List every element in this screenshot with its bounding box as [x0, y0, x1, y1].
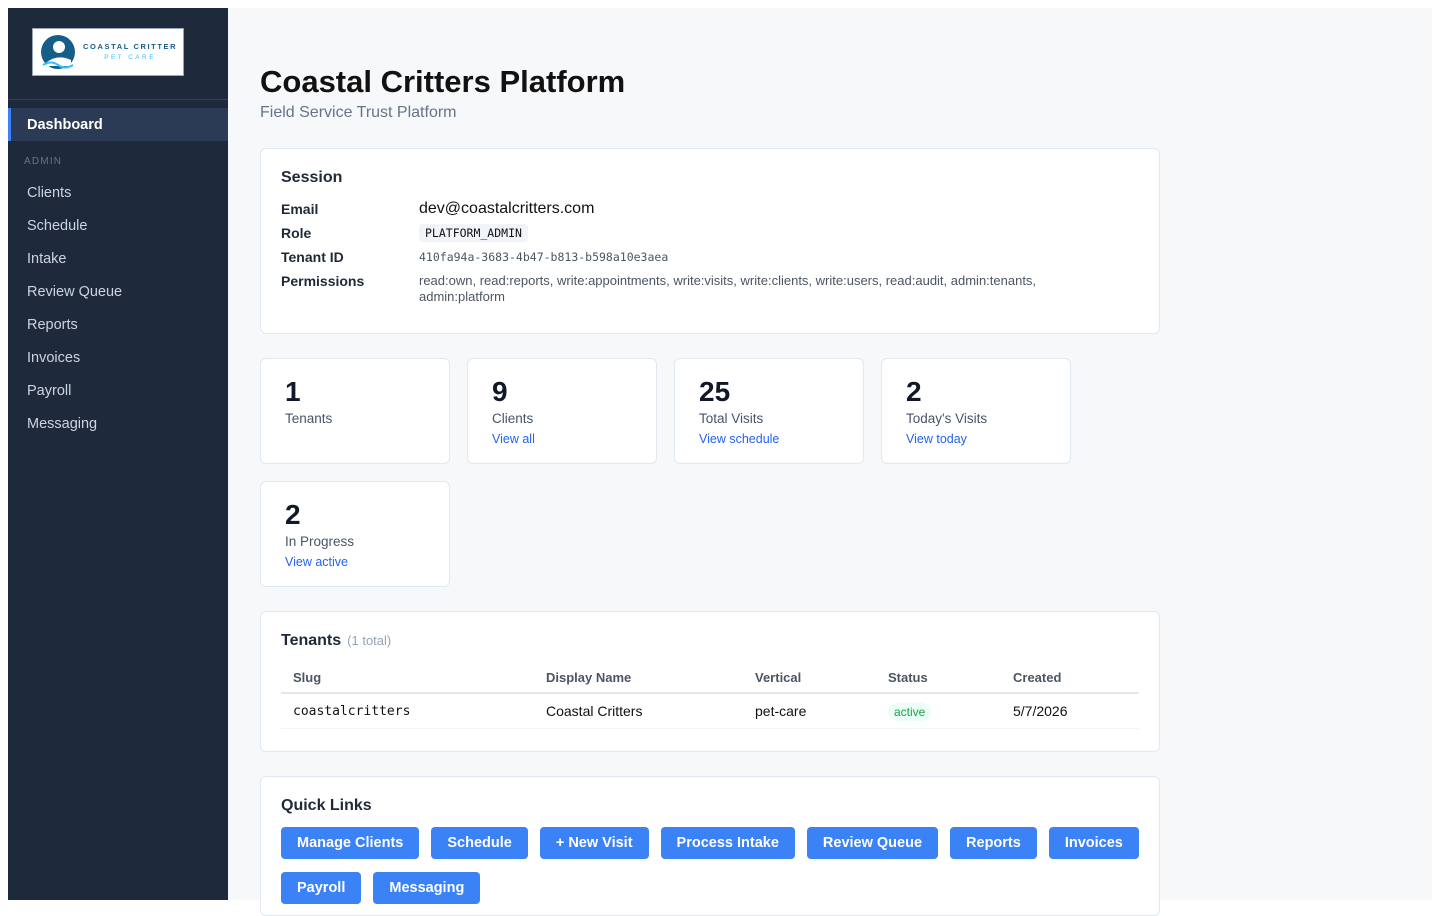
sidebar-item-reports[interactable]: Reports: [8, 308, 228, 341]
cell-display-name: Coastal Critters: [534, 693, 743, 729]
cell-created: 5/7/2026: [1001, 693, 1139, 729]
main-content: Coastal Critters Platform Field Service …: [228, 8, 1432, 916]
permissions-value: read:own, read:reports, write:appointmen…: [419, 273, 1037, 304]
column-header-status[interactable]: Status: [876, 664, 1001, 694]
page-title: Coastal Critters Platform: [260, 64, 626, 99]
email-label: Email: [281, 201, 319, 217]
stat-value: 1: [285, 376, 301, 407]
stat-value: 25: [699, 376, 731, 407]
status-badge: active: [888, 703, 932, 721]
tenants-card: Tenants (1 total) Slug Display Name Verti…: [260, 611, 1160, 752]
logo-area: COASTAL CRITTER PET CARE: [8, 8, 228, 100]
review-queue-button[interactable]: Review Queue: [806, 827, 939, 859]
stat-label: In Progress: [285, 534, 355, 549]
sidebar-item-intake[interactable]: Intake: [8, 242, 228, 275]
quick-links-card: Quick Links Manage Clients Schedule + Ne…: [260, 776, 1160, 916]
stat-card-clients: 9 Clients View all: [467, 358, 657, 464]
tenants-title: Tenants (1 total): [281, 632, 1139, 650]
sidebar-section-admin: ADMIN: [24, 156, 63, 167]
quick-links-title: Quick Links: [281, 797, 372, 814]
column-header-slug[interactable]: Slug: [281, 664, 534, 694]
sidebar-item-clients[interactable]: Clients: [8, 176, 228, 209]
schedule-button[interactable]: Schedule: [431, 827, 528, 859]
messaging-button[interactable]: Messaging: [373, 872, 481, 904]
column-header-created[interactable]: Created: [1001, 664, 1139, 694]
tenants-count: (1 total): [347, 633, 392, 648]
sidebar: COASTAL CRITTER PET CARE Dashboard ADMIN…: [8, 8, 228, 900]
logo-line2: PET CARE: [104, 53, 156, 61]
view-schedule-link[interactable]: View schedule: [699, 432, 839, 446]
tenant-id-value: 410fa94a-3683-4b47-b813-b598a10e3aea: [419, 250, 669, 264]
sidebar-item-payroll[interactable]: Payroll: [8, 374, 228, 407]
pet-logo-icon: [41, 35, 75, 69]
sidebar-item-dashboard[interactable]: Dashboard: [8, 108, 228, 141]
tenants-heading: Tenants: [281, 632, 342, 649]
column-header-display-name[interactable]: Display Name: [534, 664, 743, 694]
role-badge: PLATFORM_ADMIN: [419, 224, 528, 242]
quick-links-buttons: Manage Clients Schedule + New Visit Proc…: [281, 827, 1141, 904]
email-value: dev@coastalcritters.com: [419, 200, 595, 217]
page-subtitle: Field Service Trust Platform: [260, 104, 457, 121]
session-card: Session Email dev@coastalcritters.com Ro…: [260, 148, 1160, 334]
cell-vertical: pet-care: [743, 693, 876, 729]
stat-value: 2: [285, 499, 301, 530]
role-label: Role: [281, 225, 312, 241]
stat-card-tenants: 1 Tenants: [260, 358, 450, 464]
stat-card-total-visits: 25 Total Visits View schedule: [674, 358, 864, 464]
stats-grid: 1 Tenants 9 Clients View all 25 Total Vi…: [260, 358, 1100, 587]
logo-line1: COASTAL CRITTER: [83, 42, 178, 51]
tenants-table: Slug Display Name Vertical Status Create…: [281, 664, 1139, 729]
brand-logo[interactable]: COASTAL CRITTER PET CARE: [32, 28, 184, 76]
view-today-link[interactable]: View today: [906, 432, 1046, 446]
sidebar-item-review-queue[interactable]: Review Queue: [8, 275, 228, 308]
stat-value: 2: [906, 376, 922, 407]
stat-label: Tenants: [285, 411, 333, 426]
payroll-button[interactable]: Payroll: [281, 872, 362, 904]
stat-card-in-progress: 2 In Progress View active: [260, 481, 450, 587]
stat-value: 9: [492, 376, 508, 407]
column-header-vertical[interactable]: Vertical: [743, 664, 876, 694]
permissions-label: Permissions: [281, 273, 365, 289]
sidebar-item-messaging[interactable]: Messaging: [8, 407, 228, 440]
manage-clients-button[interactable]: Manage Clients: [281, 827, 420, 859]
sidebar-item-schedule[interactable]: Schedule: [8, 209, 228, 242]
view-active-link[interactable]: View active: [285, 555, 425, 569]
new-visit-button[interactable]: + New Visit: [539, 827, 649, 859]
cell-slug: coastalcritters: [281, 693, 534, 729]
reports-button[interactable]: Reports: [950, 827, 1037, 859]
process-intake-button[interactable]: Process Intake: [660, 827, 795, 859]
sidebar-item-invoices[interactable]: Invoices: [8, 341, 228, 374]
view-all-link[interactable]: View all: [492, 432, 632, 446]
tenant-id-label: Tenant ID: [281, 249, 344, 265]
invoices-button[interactable]: Invoices: [1048, 827, 1139, 859]
stat-label: Today's Visits: [906, 411, 988, 426]
table-row[interactable]: coastalcritters Coastal Critters pet-car…: [281, 693, 1139, 729]
stat-label: Clients: [492, 411, 534, 426]
stat-card-todays-visits: 2 Today's Visits View today: [881, 358, 1071, 464]
session-title: Session: [281, 169, 343, 186]
stat-label: Total Visits: [699, 411, 764, 426]
